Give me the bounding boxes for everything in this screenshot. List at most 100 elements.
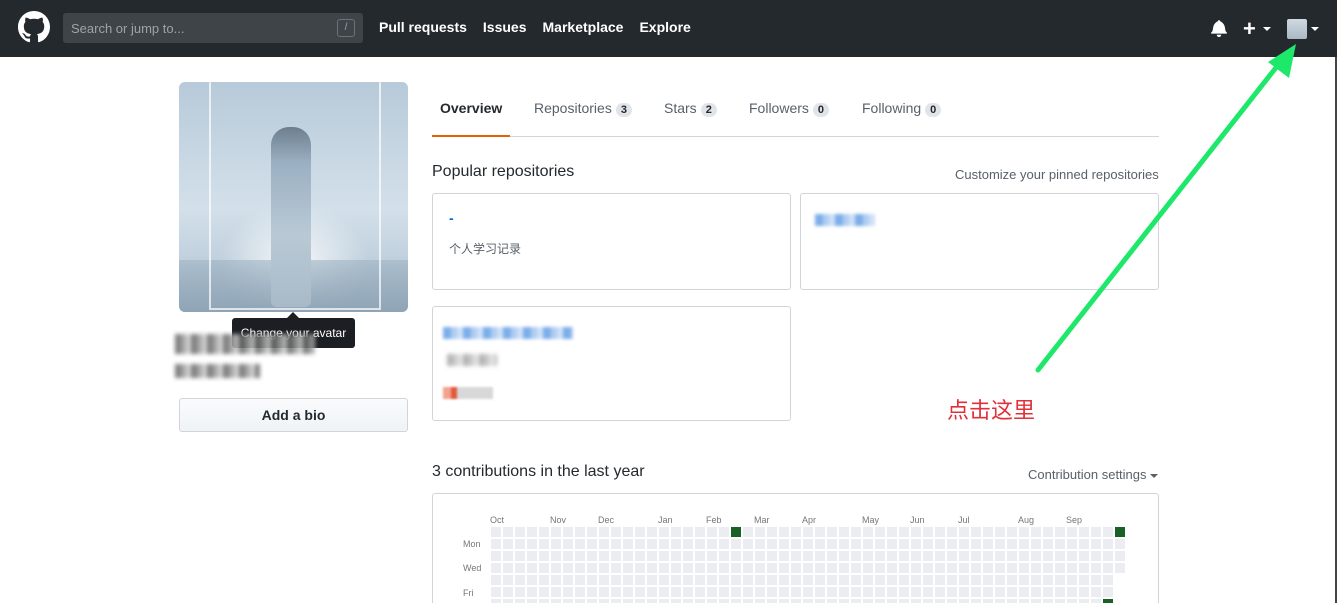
- contribution-day-cell[interactable]: [1079, 527, 1089, 537]
- contribution-day-cell[interactable]: [815, 575, 825, 585]
- contribution-day-cell[interactable]: [911, 599, 921, 603]
- contribution-day-cell[interactable]: [623, 599, 633, 603]
- contribution-day-cell[interactable]: [683, 575, 693, 585]
- contribution-day-cell[interactable]: [563, 599, 573, 603]
- contribution-day-cell[interactable]: [731, 539, 741, 549]
- contribution-day-cell[interactable]: [839, 551, 849, 561]
- contribution-day-cell[interactable]: [911, 575, 921, 585]
- contribution-day-cell[interactable]: [599, 551, 609, 561]
- contribution-day-cell[interactable]: [755, 551, 765, 561]
- contribution-day-cell[interactable]: [803, 539, 813, 549]
- contribution-day-cell[interactable]: [719, 575, 729, 585]
- contribution-day-cell[interactable]: [1031, 551, 1041, 561]
- contribution-day-cell[interactable]: [863, 539, 873, 549]
- contribution-day-cell[interactable]: [779, 575, 789, 585]
- contribution-day-cell[interactable]: [731, 563, 741, 573]
- contribution-day-cell[interactable]: [875, 539, 885, 549]
- contribution-day-cell[interactable]: [995, 563, 1005, 573]
- contribution-day-cell[interactable]: [923, 539, 933, 549]
- contribution-day-cell[interactable]: [899, 563, 909, 573]
- contribution-day-cell[interactable]: [587, 527, 597, 537]
- contribution-day-cell[interactable]: [575, 575, 585, 585]
- contribution-day-cell[interactable]: [503, 527, 513, 537]
- contribution-day-cell[interactable]: [935, 575, 945, 585]
- contribution-day-cell[interactable]: [719, 527, 729, 537]
- contribution-day-cell[interactable]: [815, 527, 825, 537]
- contribution-day-cell[interactable]: [995, 527, 1005, 537]
- contribution-day-cell[interactable]: [1091, 527, 1101, 537]
- contribution-day-cell[interactable]: [515, 551, 525, 561]
- contribution-day-cell[interactable]: [803, 527, 813, 537]
- contribution-day-cell[interactable]: [851, 599, 861, 603]
- contribution-day-cell[interactable]: [983, 599, 993, 603]
- contribution-day-cell[interactable]: [1079, 587, 1089, 597]
- contribution-day-cell[interactable]: [575, 587, 585, 597]
- contribution-day-cell[interactable]: [527, 527, 537, 537]
- contribution-day-cell[interactable]: [551, 575, 561, 585]
- contribution-day-cell[interactable]: [635, 527, 645, 537]
- contribution-day-cell[interactable]: [935, 599, 945, 603]
- contribution-day-cell[interactable]: [863, 527, 873, 537]
- contribution-day-cell[interactable]: [731, 575, 741, 585]
- contribution-day-cell[interactable]: [1079, 539, 1089, 549]
- contribution-day-cell[interactable]: [539, 551, 549, 561]
- contribution-day-cell[interactable]: [587, 539, 597, 549]
- contribution-day-cell[interactable]: [1091, 587, 1101, 597]
- contribution-day-cell[interactable]: [623, 551, 633, 561]
- contribution-day-cell[interactable]: [1007, 587, 1017, 597]
- contribution-day-cell[interactable]: [731, 551, 741, 561]
- contribution-day-cell[interactable]: [887, 539, 897, 549]
- contribution-day-cell[interactable]: [851, 575, 861, 585]
- contribution-day-cell[interactable]: [1055, 599, 1065, 603]
- contribution-day-cell[interactable]: [539, 563, 549, 573]
- contribution-day-cell[interactable]: [611, 563, 621, 573]
- contribution-day-cell[interactable]: [983, 587, 993, 597]
- contribution-day-cell[interactable]: [743, 539, 753, 549]
- contribution-day-cell[interactable]: [527, 599, 537, 603]
- contribution-day-cell[interactable]: [923, 551, 933, 561]
- contribution-day-cell[interactable]: [923, 599, 933, 603]
- contribution-day-cell[interactable]: [1043, 587, 1053, 597]
- contribution-day-cell[interactable]: [995, 575, 1005, 585]
- contribution-day-cell[interactable]: [743, 575, 753, 585]
- contribution-day-cell[interactable]: [707, 539, 717, 549]
- contribution-day-cell[interactable]: [767, 587, 777, 597]
- contribution-day-cell[interactable]: [947, 551, 957, 561]
- contribution-day-cell[interactable]: [827, 587, 837, 597]
- contribution-day-cell[interactable]: [539, 539, 549, 549]
- contribution-day-cell[interactable]: [563, 551, 573, 561]
- contribution-day-cell[interactable]: [575, 539, 585, 549]
- contribution-day-cell[interactable]: [635, 599, 645, 603]
- contribution-day-cell[interactable]: [875, 575, 885, 585]
- contribution-day-cell[interactable]: [731, 527, 741, 537]
- contribution-day-cell[interactable]: [659, 551, 669, 561]
- contribution-day-cell[interactable]: [767, 563, 777, 573]
- contribution-day-cell[interactable]: [971, 527, 981, 537]
- contribution-day-cell[interactable]: [1031, 527, 1041, 537]
- contribution-day-cell[interactable]: [719, 551, 729, 561]
- contribution-day-cell[interactable]: [1019, 587, 1029, 597]
- contribution-day-cell[interactable]: [875, 527, 885, 537]
- contribution-day-cell[interactable]: [1067, 563, 1077, 573]
- contribution-day-cell[interactable]: [539, 599, 549, 603]
- contribution-day-cell[interactable]: [1019, 563, 1029, 573]
- contribution-day-cell[interactable]: [611, 527, 621, 537]
- contribution-day-cell[interactable]: [635, 587, 645, 597]
- contribution-day-cell[interactable]: [1007, 563, 1017, 573]
- contribution-day-cell[interactable]: [587, 551, 597, 561]
- contribution-day-cell[interactable]: [551, 587, 561, 597]
- contribution-day-cell[interactable]: [1031, 563, 1041, 573]
- contribution-day-cell[interactable]: [1067, 551, 1077, 561]
- contribution-day-cell[interactable]: [911, 527, 921, 537]
- contribution-day-cell[interactable]: [1007, 575, 1017, 585]
- contribution-day-cell[interactable]: [1019, 551, 1029, 561]
- contribution-day-cell[interactable]: [671, 575, 681, 585]
- contribution-day-cell[interactable]: [575, 551, 585, 561]
- contribution-day-cell[interactable]: [719, 539, 729, 549]
- contribution-day-cell[interactable]: [527, 587, 537, 597]
- contribution-day-cell[interactable]: [851, 563, 861, 573]
- contribution-day-cell[interactable]: [515, 587, 525, 597]
- contribution-day-cell[interactable]: [671, 527, 681, 537]
- contribution-day-cell[interactable]: [971, 551, 981, 561]
- contribution-day-cell[interactable]: [1007, 551, 1017, 561]
